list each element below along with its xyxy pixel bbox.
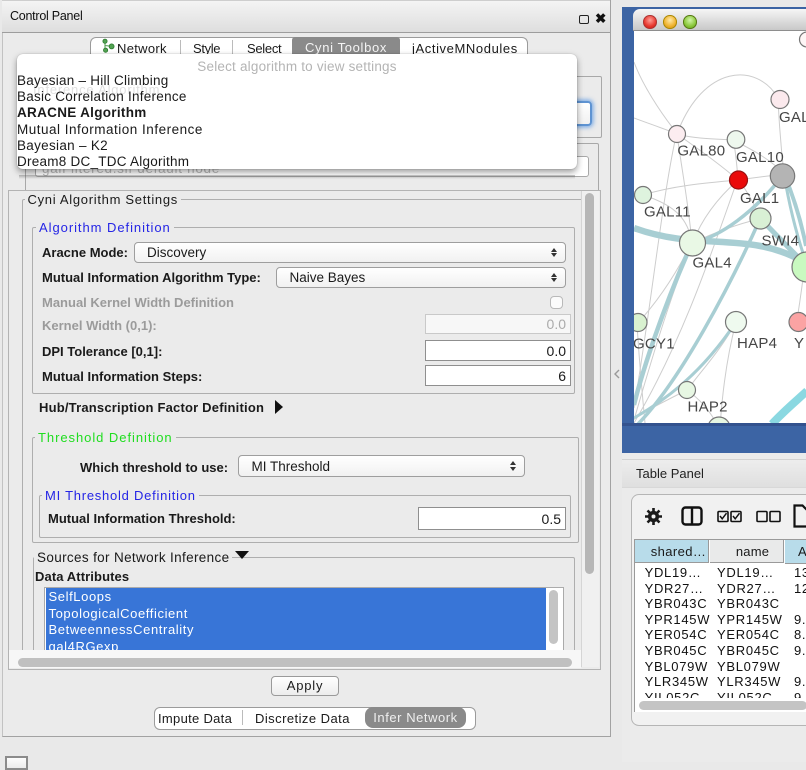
svg-text:SWI4: SWI4: [762, 233, 800, 250]
svg-text:GAL10: GAL10: [736, 149, 784, 166]
svg-text:GAL1: GAL1: [740, 190, 779, 207]
svg-text:GAL80: GAL80: [677, 143, 725, 160]
svg-text:GAL11: GAL11: [644, 204, 691, 221]
svg-text:GAL4: GAL4: [693, 255, 732, 272]
svg-text:Y: Y: [794, 335, 804, 352]
svg-text:HAP2: HAP2: [688, 399, 728, 416]
svg-text:HAP4: HAP4: [737, 335, 777, 352]
svg-text:GAL2: GAL2: [779, 109, 806, 126]
svg-text:GCY1: GCY1: [634, 336, 675, 353]
